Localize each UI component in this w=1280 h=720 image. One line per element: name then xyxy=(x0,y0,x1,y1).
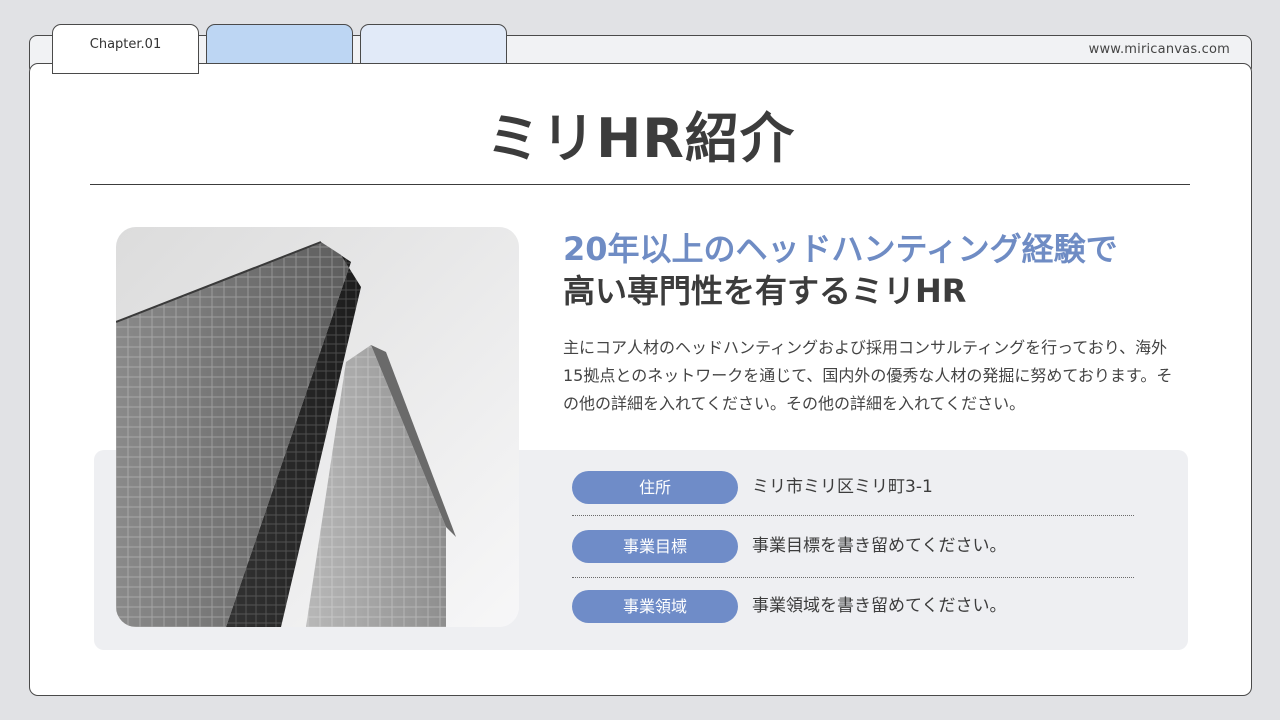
row-divider xyxy=(572,515,1134,516)
business-goal-value: 事業目標を書き留めてください。 xyxy=(752,536,1007,556)
info-row-address: 住所 ミリ市ミリ区ミリ町3-1 xyxy=(572,471,1134,507)
address-label-pill: 住所 xyxy=(572,471,738,504)
info-row-business-area: 事業領域 事業領域を書き留めてください。 xyxy=(572,590,1134,626)
headline-line-2: 高い専門性を有するミリHR xyxy=(563,272,967,310)
website-url: www.miricanvas.com xyxy=(1088,42,1230,57)
headline: 20年以上のヘッドハンティング経験で 高い専門性を有するミリHR xyxy=(563,228,1203,312)
tab-chapter-01[interactable]: Chapter.01 xyxy=(52,24,199,74)
address-value: ミリ市ミリ区ミリ町3-1 xyxy=(752,477,933,497)
title-divider xyxy=(90,184,1190,185)
headline-line-1: 20年以上のヘッドハンティング経験で xyxy=(563,230,1118,268)
row-divider xyxy=(572,577,1134,578)
info-row-business-goal: 事業目標 事業目標を書き留めてください。 xyxy=(572,530,1134,566)
tab-label: Chapter.01 xyxy=(89,37,162,52)
body-paragraph: 主にコア人材のヘッドハンティングおよび採用コンサルティングを行っており、海外15… xyxy=(563,338,1173,413)
slide-title: ミリHR紹介 xyxy=(486,107,795,170)
slide-card: ミリHR紹介 20年以上のヘッドハンティング経験で 高い専門性を有するミリHR … xyxy=(29,63,1252,696)
business-goal-label-pill: 事業目標 xyxy=(572,530,738,563)
building-photo xyxy=(116,227,519,627)
business-area-label-pill: 事業領域 xyxy=(572,590,738,623)
business-area-value: 事業領域を書き留めてください。 xyxy=(752,596,1007,616)
